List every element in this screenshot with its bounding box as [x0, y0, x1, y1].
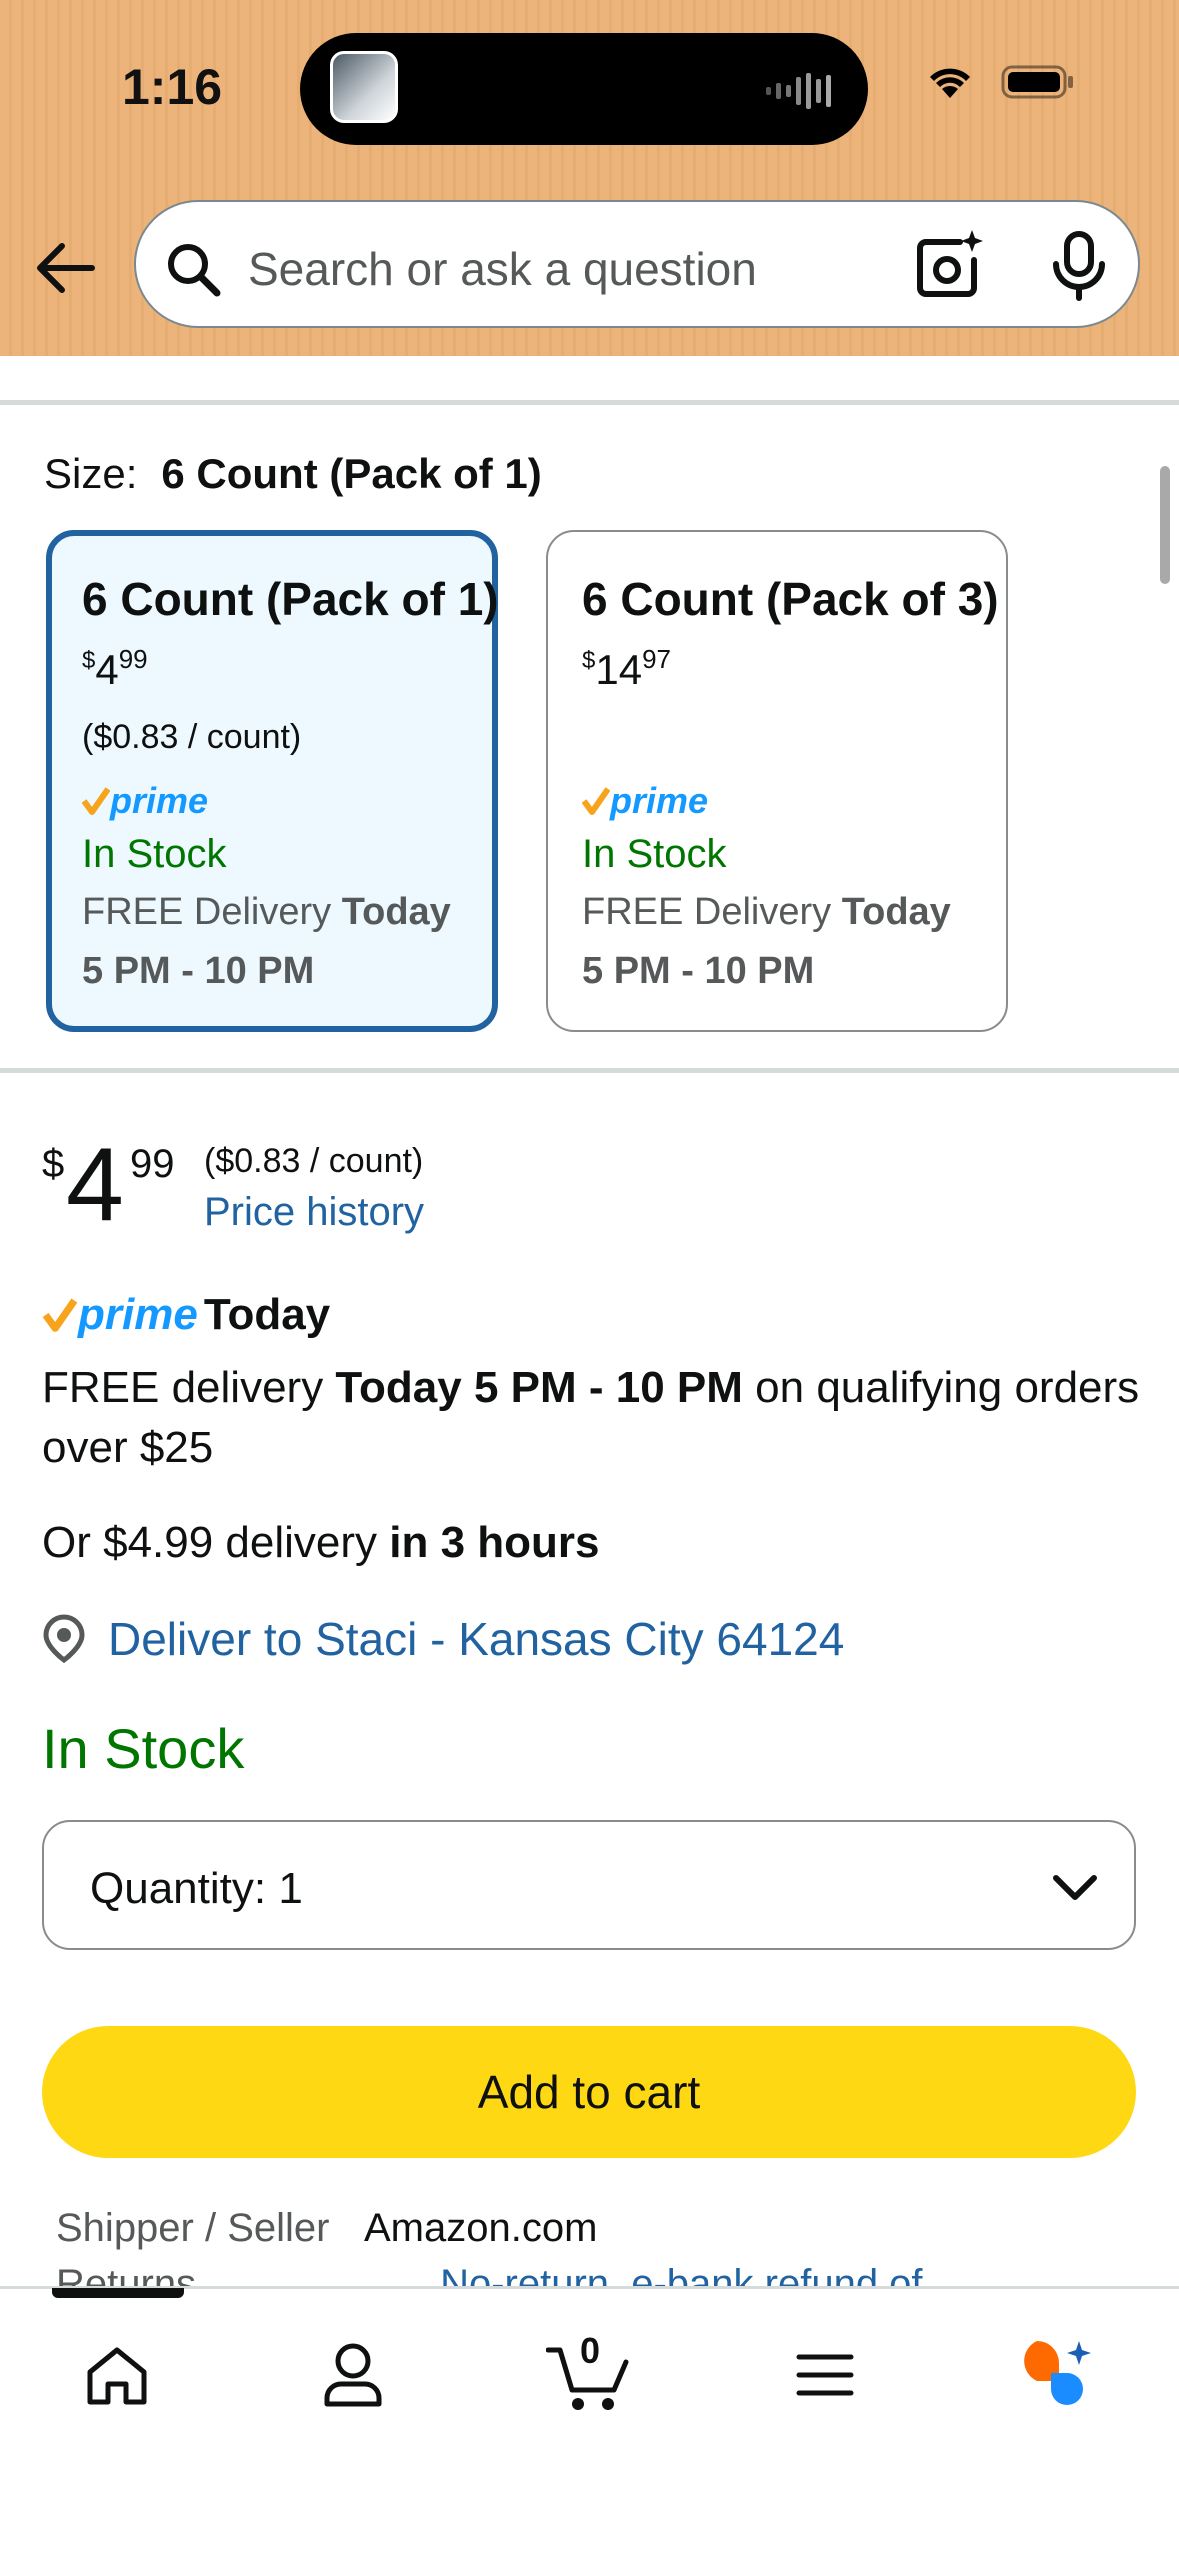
location-pin-icon: [43, 1614, 85, 1664]
home-icon: [87, 2347, 147, 2405]
battery-icon: [1001, 65, 1073, 99]
size-option-delivery: FREE Delivery Today: [582, 891, 951, 933]
wifi-icon: [930, 68, 970, 98]
price-history-link[interactable]: Price history: [204, 1190, 424, 1235]
size-option-delivery-window: 5 PM - 10 PM: [582, 950, 815, 992]
now-playing-thumbnail: [330, 51, 398, 123]
deliver-to-link[interactable]: Deliver to Staci - Kansas City 64124: [108, 1612, 844, 1666]
rufus-icon: [1024, 2341, 1091, 2405]
size-option-delivery: FREE Delivery Today: [82, 891, 451, 933]
chevron-down-icon: [1053, 1875, 1097, 1900]
nav-cart[interactable]: 0: [544, 2330, 634, 2420]
dynamic-island[interactable]: [300, 33, 868, 145]
shipper-seller-value[interactable]: Amazon.com: [364, 2206, 597, 2251]
add-to-cart-button[interactable]: Add to cart: [42, 2026, 1136, 2158]
prime-badge: prime: [582, 776, 1006, 826]
stock-status: In Stock: [42, 1717, 245, 1780]
size-option-title: 6 Count (Pack of 3): [582, 573, 999, 625]
search-bar[interactable]: Search or ask a question: [134, 200, 1140, 328]
section-divider: [0, 1068, 1179, 1073]
alternate-delivery-message: Or $4.99 delivery in 3 hours: [42, 1518, 600, 1567]
cart-count-badge: 0: [580, 2330, 601, 2371]
prime-badge: prime: [82, 776, 492, 826]
camera-lens-icon[interactable]: [912, 228, 984, 300]
prime-check-icon: [82, 787, 110, 815]
nav-rufus[interactable]: [1010, 2330, 1100, 2420]
size-option-title: 6 Count (Pack of 1): [82, 573, 499, 625]
nav-account[interactable]: [308, 2330, 398, 2420]
prime-check-icon: [42, 1298, 78, 1332]
size-selected-value: 6 Count (Pack of 1): [161, 450, 542, 497]
status-icons: [927, 64, 1075, 100]
section-divider: [0, 400, 1179, 405]
search-input[interactable]: Search or ask a question: [248, 242, 757, 296]
status-time: 1:16: [122, 59, 223, 115]
active-tab-indicator: [52, 2288, 184, 2298]
back-arrow-icon[interactable]: [32, 238, 98, 298]
size-option-pack-of-3[interactable]: 6 Count (Pack of 3) $1497 prime In Stock…: [546, 530, 1008, 1032]
size-option-price: $1497: [582, 644, 671, 693]
nav-menu[interactable]: [780, 2330, 870, 2420]
account-icon: [324, 2343, 382, 2407]
prime-check-icon: [582, 787, 610, 815]
audio-waveform-icon: [766, 73, 831, 109]
quantity-text: Quantity: 1: [90, 1864, 303, 1913]
header: 1:16 Search or ask a question: [0, 0, 1179, 356]
size-option-stock: In Stock: [582, 832, 727, 876]
size-option-unit-price: ($0.83 / count): [82, 718, 302, 756]
size-option-unit-price: [582, 706, 1006, 768]
size-option-pack-of-1[interactable]: 6 Count (Pack of 1) $499 ($0.83 / count)…: [46, 530, 499, 1032]
size-label-row: Size: 6 Count (Pack of 1): [44, 450, 542, 498]
size-option-delivery-window: 5 PM - 10 PM: [82, 950, 315, 992]
size-option-stock: In Stock: [82, 832, 227, 876]
main-unit-price: ($0.83 / count): [204, 1142, 424, 1180]
microphone-icon[interactable]: [1048, 230, 1110, 302]
nav-home[interactable]: [72, 2330, 162, 2420]
size-option-price: $499: [82, 644, 148, 693]
menu-icon: [796, 2354, 854, 2396]
search-icon: [168, 244, 221, 297]
next-row-peek: Returns No-return, e-bank refund of ...: [56, 2262, 967, 2288]
size-label: Size:: [44, 450, 138, 497]
scrollbar[interactable]: [1160, 466, 1170, 584]
shipper-seller-label: Shipper / Seller: [56, 2206, 330, 2250]
deliver-to-row[interactable]: Deliver to Staci - Kansas City 64124: [42, 1612, 844, 1666]
prime-today-badge: prime Today: [42, 1290, 330, 1340]
bottom-navigation: [0, 2286, 1179, 2556]
quantity-dropdown[interactable]: Quantity: 1: [42, 1820, 1136, 1950]
free-delivery-message: FREE delivery Today 5 PM - 10 PM on qual…: [42, 1363, 1140, 1472]
